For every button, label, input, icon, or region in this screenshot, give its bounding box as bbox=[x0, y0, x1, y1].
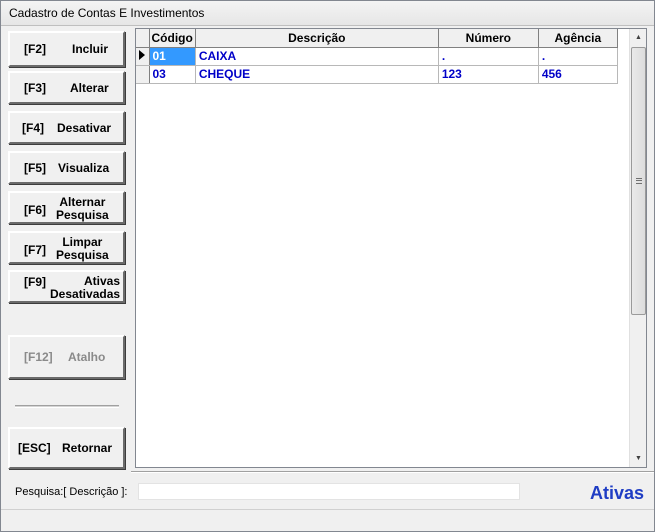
row-indicator bbox=[136, 47, 150, 66]
desativar-button[interactable]: [F4] Desativar bbox=[8, 111, 125, 144]
atalho-key: [F12] bbox=[24, 350, 53, 364]
grid-header-row: Código Descrição Número Agência bbox=[136, 29, 618, 48]
grid-bottom-divider bbox=[131, 471, 654, 473]
accounts-table: Código Descrição Número Agência 01 CAIXA… bbox=[136, 29, 618, 84]
incluir-button[interactable]: [F2] Incluir bbox=[8, 31, 125, 67]
ativas-desativadas-button[interactable]: [F9] Ativas Desativadas bbox=[8, 270, 125, 303]
scroll-down-icon[interactable]: ▼ bbox=[630, 450, 647, 467]
status-bar bbox=[1, 509, 654, 531]
cell-descricao[interactable]: CAIXA bbox=[195, 47, 439, 66]
alternar-pesquisa-label: Alternar Pesquisa bbox=[56, 195, 109, 222]
cell-codigo[interactable]: 03 bbox=[149, 65, 196, 84]
limpar-pesquisa-button[interactable]: [F7] Limpar Pesquisa bbox=[8, 231, 125, 264]
row-indicator-header bbox=[136, 29, 150, 48]
visualiza-label: Visualiza bbox=[58, 160, 110, 175]
cell-descricao[interactable]: CHEQUE bbox=[195, 65, 439, 84]
row-indicator bbox=[136, 65, 150, 84]
status-filter-label: Ativas bbox=[589, 483, 644, 503]
table-row[interactable]: 03 CHEQUE 123 456 bbox=[136, 65, 618, 84]
desativar-key: [F4] bbox=[22, 120, 44, 135]
visualiza-button[interactable]: [F5] Visualiza bbox=[8, 151, 125, 184]
alternar-pesquisa-button[interactable]: [F6] Alternar Pesquisa bbox=[8, 191, 125, 224]
alterar-key: [F3] bbox=[24, 80, 46, 95]
ativas-desativadas-label: Ativas Desativadas bbox=[50, 274, 121, 301]
incluir-label: Incluir bbox=[72, 42, 109, 56]
retornar-button[interactable]: [ESC] Retornar bbox=[8, 427, 125, 469]
main-window: Cadastro de Contas E Investimentos [F2] … bbox=[0, 0, 655, 532]
cell-agencia[interactable]: . bbox=[538, 47, 618, 66]
atalho-button[interactable]: [F12] Atalho bbox=[8, 335, 125, 379]
ativas-desativadas-key: [F9] bbox=[24, 275, 46, 289]
retornar-key: [ESC] bbox=[18, 441, 51, 455]
visualiza-key: [F5] bbox=[24, 160, 46, 175]
alterar-label: Alterar bbox=[70, 80, 109, 95]
scroll-grip-icon bbox=[636, 178, 642, 184]
scroll-up-icon[interactable]: ▲ bbox=[630, 29, 647, 46]
col-header-numero[interactable]: Número bbox=[438, 29, 539, 48]
cell-agencia[interactable]: 456 bbox=[538, 65, 618, 84]
incluir-key: [F2] bbox=[24, 42, 46, 56]
accounts-grid[interactable]: Código Descrição Número Agência 01 CAIXA… bbox=[135, 28, 647, 468]
left-panel-divider bbox=[15, 405, 119, 408]
search-label: Pesquisa:[ Descrição ]: bbox=[15, 486, 128, 498]
alterar-button[interactable]: [F3] Alterar bbox=[8, 71, 125, 104]
limpar-pesquisa-key: [F7] bbox=[24, 243, 46, 257]
cell-numero[interactable]: . bbox=[438, 47, 539, 66]
search-input[interactable] bbox=[138, 483, 520, 500]
desativar-label: Desativar bbox=[57, 120, 112, 135]
col-header-agencia[interactable]: Agência bbox=[538, 29, 618, 48]
current-row-arrow-icon bbox=[139, 50, 145, 60]
grid-vertical-scrollbar[interactable]: ▲ ▼ bbox=[629, 29, 646, 467]
atalho-label: Atalho bbox=[68, 350, 106, 364]
limpar-pesquisa-label: Limpar Pesquisa bbox=[56, 235, 109, 262]
cell-numero[interactable]: 123 bbox=[438, 65, 539, 84]
col-header-codigo[interactable]: Código bbox=[149, 29, 196, 48]
table-row[interactable]: 01 CAIXA . . bbox=[136, 47, 618, 66]
window-title: Cadastro de Contas E Investimentos bbox=[1, 1, 654, 26]
alternar-pesquisa-key: [F6] bbox=[24, 203, 46, 217]
col-header-descricao[interactable]: Descrição bbox=[195, 29, 439, 48]
retornar-label: Retornar bbox=[62, 441, 113, 455]
cell-codigo[interactable]: 01 bbox=[149, 47, 196, 66]
scroll-thumb[interactable] bbox=[631, 47, 646, 315]
